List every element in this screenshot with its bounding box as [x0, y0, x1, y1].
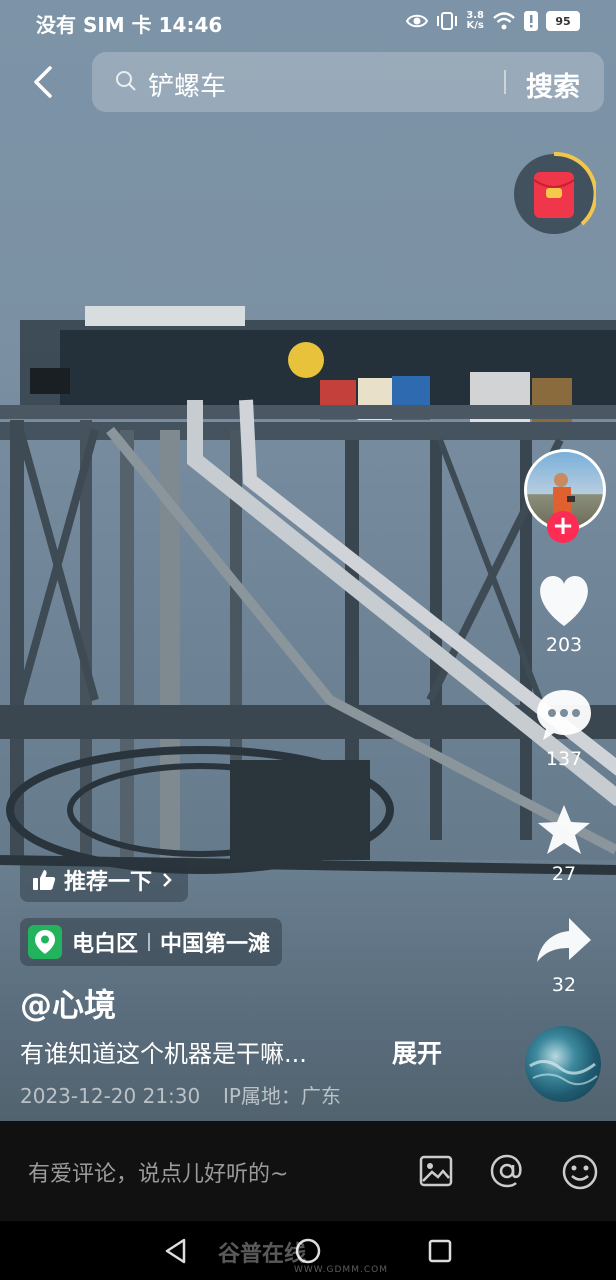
back-arrow-icon[interactable] — [28, 62, 62, 102]
recommend-label: 推荐一下 — [64, 870, 153, 895]
search-icon — [116, 71, 136, 91]
location-pin-icon — [28, 925, 62, 959]
image-icon[interactable] — [418, 1153, 454, 1189]
music-disc[interactable] — [525, 1026, 601, 1102]
favorite-count: 27 — [551, 863, 577, 885]
nav-back-icon[interactable] — [162, 1237, 190, 1265]
mention-icon[interactable] — [489, 1153, 525, 1189]
recommend-tag[interactable]: 推荐一下 — [20, 858, 189, 902]
search-input[interactable]: 铲螺车 — [148, 66, 226, 103]
search-button[interactable]: 搜索 — [526, 65, 580, 104]
thumbs-up-icon — [33, 870, 56, 890]
ip-location: IP属地：广东 — [222, 1084, 341, 1108]
like-count: 203 — [545, 634, 583, 656]
description-text: 有谁知道这个机器是干嘛... — [20, 1040, 307, 1068]
comment-count: 137 — [545, 748, 583, 770]
watermark-brand: 谷普在线 — [218, 1242, 307, 1267]
search-bar[interactable]: 铲螺车 搜索 — [92, 52, 604, 112]
post-meta: 2023-12-20 21:30 IP属地：广东 — [20, 1080, 341, 1109]
location-divider — [148, 933, 151, 951]
share-count: 32 — [551, 974, 577, 996]
share-button[interactable]: 32 — [524, 914, 604, 996]
net-speed: 3.8 K/s — [466, 10, 484, 31]
eye-icon — [406, 14, 429, 28]
watermark-url: WWW.GDMM.COM — [294, 1265, 388, 1275]
location-tag[interactable]: 电白区 中国第一滩 — [20, 918, 283, 966]
video-description[interactable]: 有谁知道这个机器是干嘛... — [20, 1034, 440, 1069]
location-place: 中国第一滩 — [160, 932, 271, 957]
heart-icon — [540, 576, 588, 626]
location-area: 电白区 — [72, 932, 139, 957]
red-packet-icon[interactable] — [512, 152, 596, 236]
favorite-button[interactable]: 27 — [524, 803, 604, 885]
watermark: 谷普在线 WWW.GDMM.COM — [218, 1236, 388, 1275]
vibrate-icon — [437, 12, 458, 30]
chevron-right-icon — [163, 873, 172, 887]
music-cover-image — [529, 1060, 598, 1086]
comment-button[interactable]: 137 — [524, 688, 604, 770]
nav-recents-icon[interactable] — [426, 1237, 454, 1265]
status-bar: 没有 SIM 卡 14:46 3.8 K/s 95 — [0, 0, 616, 42]
comment-bar: 有爱评论，说点儿好听的~ — [0, 1121, 616, 1221]
comment-bubble-icon — [537, 690, 591, 740]
battery-icon: 95 — [546, 11, 580, 31]
expand-button[interactable]: 展开 — [392, 1034, 442, 1070]
status-carrier-time: 没有 SIM 卡 14:46 — [36, 13, 223, 37]
alert-icon — [524, 11, 538, 31]
like-button[interactable]: 203 — [524, 574, 604, 656]
follow-button[interactable]: + — [547, 511, 579, 543]
comment-input[interactable]: 有爱评论，说点儿好听的~ — [28, 1156, 288, 1188]
wifi-icon — [493, 12, 515, 30]
author-name[interactable]: @心境 — [20, 980, 116, 1026]
post-date: 2023-12-20 21:30 — [20, 1084, 201, 1108]
star-icon — [538, 805, 590, 854]
search-divider — [504, 70, 506, 94]
share-arrow-icon — [537, 918, 591, 962]
emoji-icon[interactable] — [561, 1153, 599, 1191]
